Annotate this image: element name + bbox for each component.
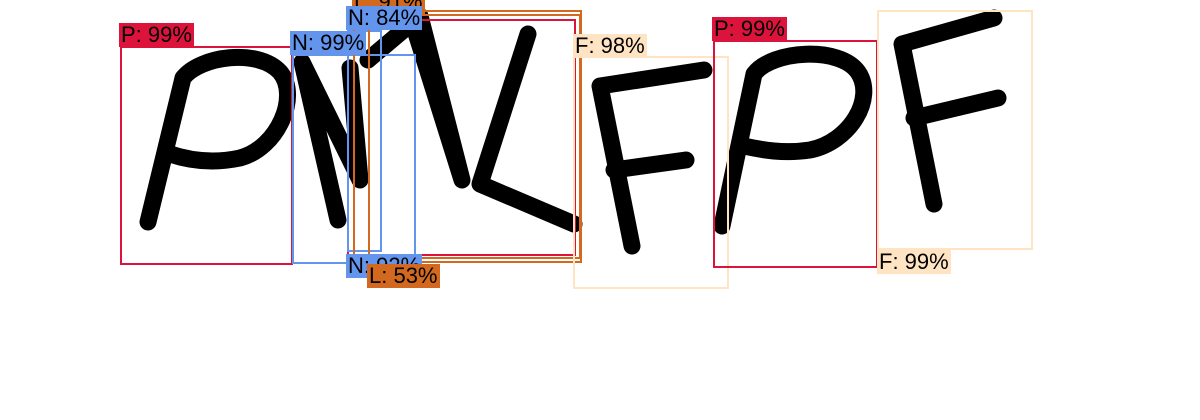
detection-box bbox=[573, 56, 729, 289]
detection-label: P: 99% bbox=[712, 16, 787, 41]
detection-label: F: 98% bbox=[573, 33, 647, 58]
detection-label: N: 84% bbox=[346, 5, 423, 30]
detection-box bbox=[368, 10, 582, 263]
detection-canvas: P: 99% N: 92% L: 91% N: 84% N: 99% L: 53… bbox=[0, 0, 1200, 420]
detection-label: N: 99% bbox=[290, 30, 367, 55]
detection-label: P: 99% bbox=[119, 22, 194, 47]
detection-label: L: 53% bbox=[367, 263, 440, 288]
detection-box bbox=[877, 10, 1033, 250]
detection-box bbox=[120, 46, 293, 265]
detection-label: F: 99% bbox=[877, 249, 951, 274]
detection-box bbox=[713, 40, 878, 268]
